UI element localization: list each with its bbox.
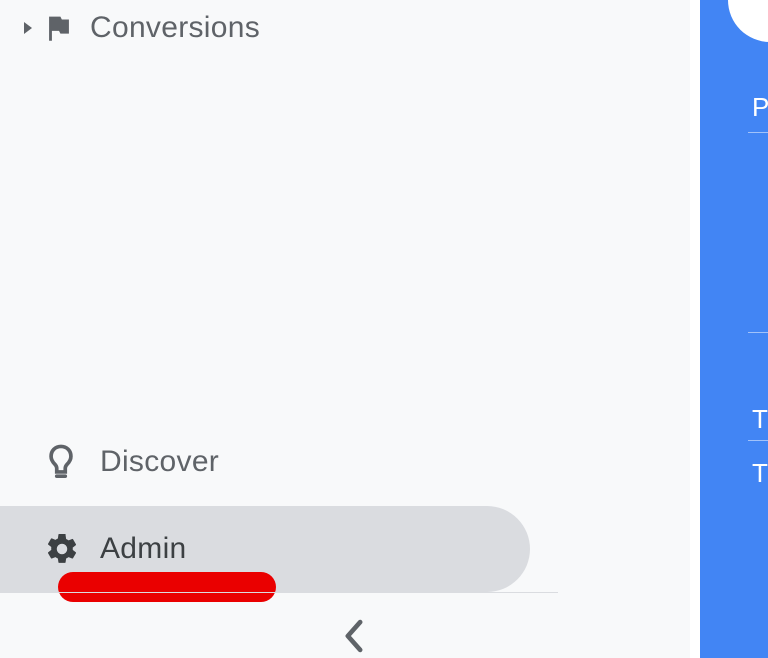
divider bbox=[748, 332, 768, 333]
sidebar-item-label: Conversions bbox=[90, 11, 260, 45]
right-panel-label: T bbox=[752, 406, 768, 432]
lightbulb-icon bbox=[44, 442, 100, 482]
divider bbox=[0, 592, 558, 593]
divider bbox=[748, 132, 768, 133]
flag-icon bbox=[42, 11, 90, 45]
right-panel-label: P bbox=[752, 94, 768, 120]
annotation-underline bbox=[58, 572, 276, 602]
sidebar: Conversions Discover Admin bbox=[0, 0, 690, 658]
sidebar-item-label: Discover bbox=[100, 445, 219, 479]
divider bbox=[748, 440, 768, 441]
sidebar-item-label: Admin bbox=[100, 532, 187, 566]
avatar-circle bbox=[728, 0, 768, 42]
collapse-sidebar-button[interactable] bbox=[334, 616, 374, 656]
right-panel-label: T bbox=[752, 460, 768, 486]
caret-right-icon[interactable] bbox=[14, 0, 42, 56]
sidebar-item-conversions[interactable]: Conversions bbox=[0, 0, 550, 56]
right-panel: P T T bbox=[700, 0, 768, 658]
gear-icon bbox=[44, 531, 100, 567]
sidebar-item-discover[interactable]: Discover bbox=[0, 434, 550, 490]
